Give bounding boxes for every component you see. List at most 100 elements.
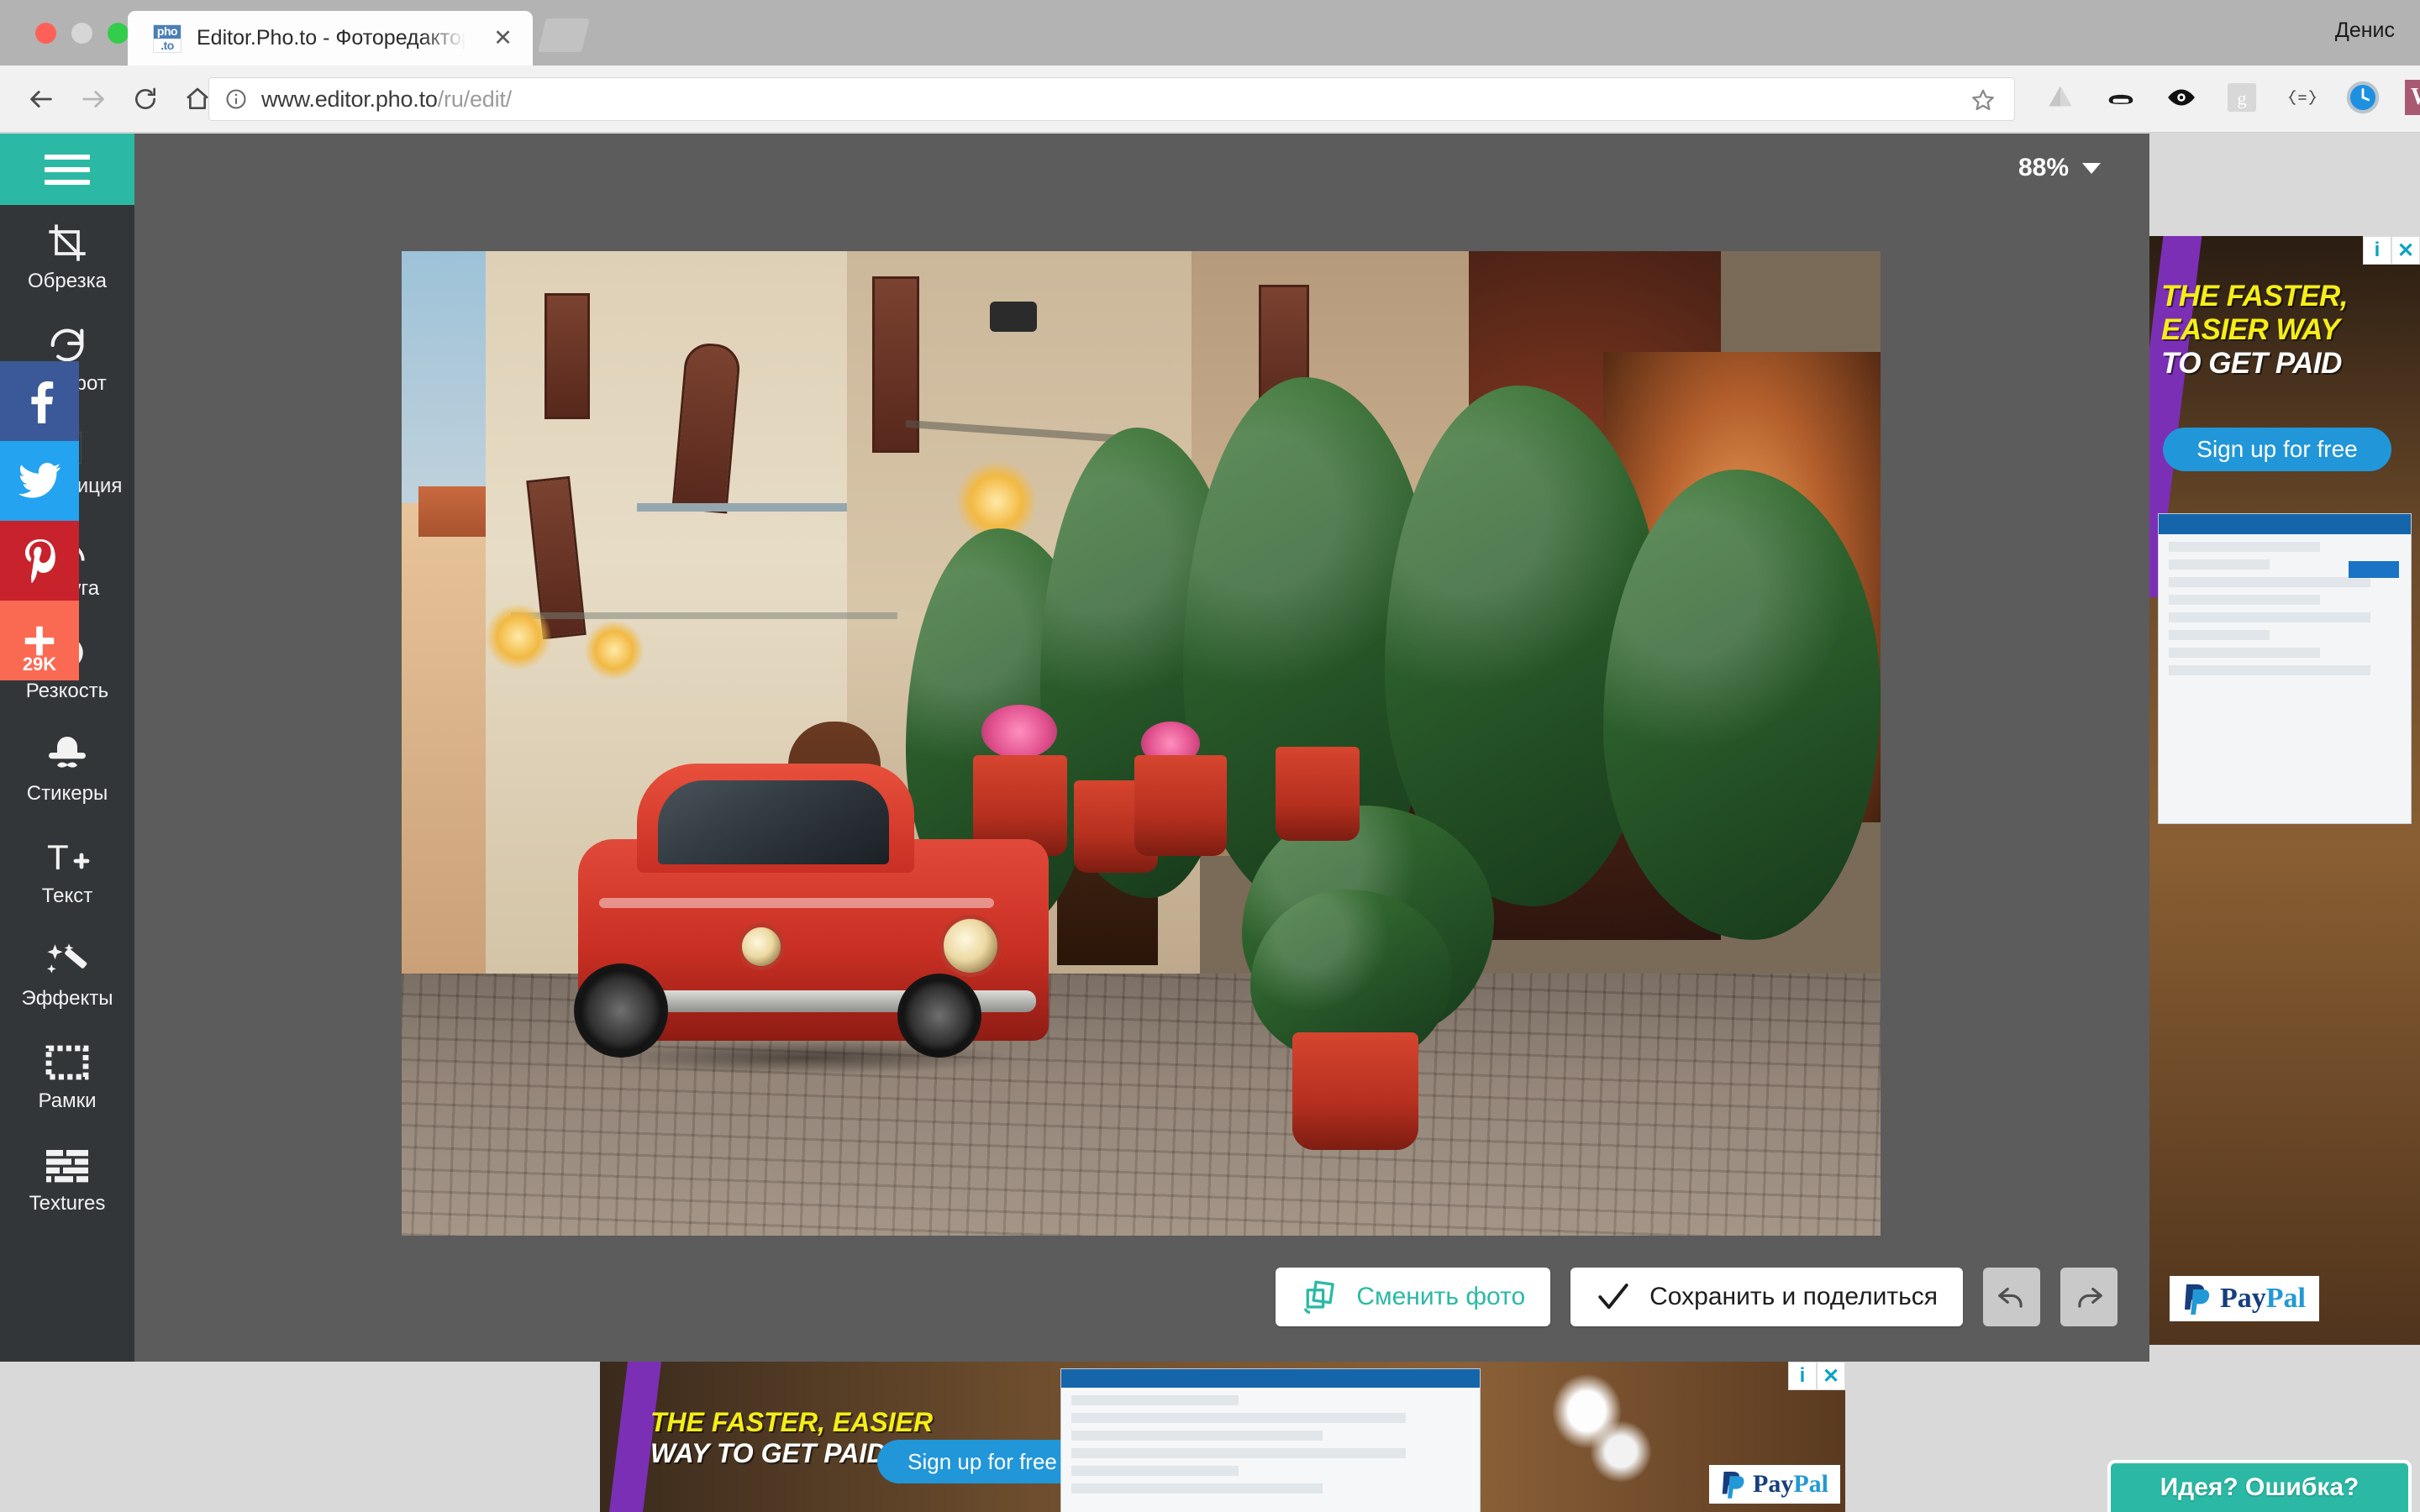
save-and-share-label: Сохранить и поделиться — [1649, 1283, 1938, 1310]
close-tab-button[interactable]: ✕ — [492, 27, 514, 50]
ad-screenshot-row — [2169, 559, 2270, 570]
ad-info-icon[interactable]: i — [2363, 236, 2391, 265]
photo-car-trim — [599, 898, 994, 908]
reload-icon[interactable] — [119, 77, 171, 121]
change-photo-label: Сменить фото — [1356, 1283, 1526, 1310]
photo-cornice — [637, 503, 847, 512]
paypal-pal: Pal — [1793, 1470, 1828, 1498]
frame-icon — [45, 1039, 90, 1086]
extension-icons: g W — [2042, 79, 2420, 116]
zoom-control[interactable]: 88% — [2018, 154, 2101, 182]
social-share-rail: 29K — [0, 361, 79, 680]
google-icon[interactable]: g — [2223, 79, 2260, 116]
ad-badges: i ✕ — [2363, 236, 2420, 265]
ad-earbuds-image — [1543, 1373, 1669, 1499]
twitter-share-button[interactable] — [0, 441, 79, 521]
address-bar-url: www.editor.pho.to/ru/edit/ — [261, 87, 512, 113]
brick-texture-icon — [45, 1142, 90, 1189]
ad-close-icon[interactable]: ✕ — [2391, 236, 2420, 265]
svg-text:T: T — [47, 837, 69, 877]
ad-screenshot-row — [1071, 1466, 1239, 1476]
text-icon: T — [44, 834, 91, 881]
drive-icon[interactable] — [2042, 79, 2079, 116]
right-advertisement: i ✕ THE FASTER, EASIER WAY TO GET PAID S… — [2149, 134, 2420, 1362]
ad-screenshot-row — [2169, 577, 2370, 587]
wikipedia-w-icon[interactable]: W — [2405, 80, 2420, 115]
ad-close-icon[interactable]: ✕ — [1817, 1362, 1845, 1390]
photo-flowers — [981, 705, 1057, 759]
address-bar[interactable]: www.editor.pho.to/ru/edit/ — [208, 77, 2015, 121]
ad-screenshot-navbar — [2159, 514, 2411, 534]
photo-cornice — [511, 612, 897, 619]
forward-arrow-icon[interactable] — [67, 77, 119, 121]
back-arrow-icon[interactable] — [15, 77, 67, 121]
maximize-window-button[interactable] — [108, 23, 129, 44]
photo-car-headlight — [738, 923, 785, 970]
sidebar-label-effects: Эффекты — [21, 987, 113, 1010]
browser-tab[interactable]: pho .to Editor.Pho.to - Фоторедактор ✕ — [128, 11, 533, 66]
photo-canvas[interactable] — [402, 251, 1881, 1236]
right-ad-line3: TO GET PAID — [2161, 347, 2342, 380]
favicon-bottom-text: .to — [160, 38, 174, 52]
bottom-ad-cta-button[interactable]: Sign up for free — [877, 1440, 1087, 1483]
bottom-advertisement[interactable]: THE FASTER, EASIER WAY TO GET PAID Sign … — [600, 1362, 1845, 1512]
paypal-pay: Pay — [2220, 1283, 2266, 1314]
photo-editor-app: Обрезка Поворот Экспозиция Радуга Резкос — [0, 134, 2420, 1512]
save-and-share-button[interactable]: Сохранить и поделиться — [1570, 1268, 1963, 1326]
browser-profile-name[interactable]: Денис — [2335, 18, 2395, 43]
chevron-down-icon[interactable] — [2082, 162, 2101, 174]
crop-icon — [45, 219, 89, 266]
right-ad-cta-button[interactable]: Sign up for free — [2163, 428, 2391, 471]
navigation-buttons — [15, 77, 224, 121]
bottom-ad-line1: THE FASTER, EASIER — [650, 1407, 934, 1437]
right-ad-creative[interactable]: i ✕ THE FASTER, EASIER WAY TO GET PAID S… — [2149, 236, 2420, 1345]
ad-screenshot-button — [2349, 561, 2399, 578]
svg-text:g: g — [2237, 88, 2246, 109]
photo-flower-pot — [1134, 755, 1227, 856]
site-info-icon[interactable] — [224, 87, 248, 111]
site-favicon: pho .to — [153, 24, 182, 53]
right-ad-line1: THE FASTER, — [2161, 280, 2349, 312]
photo-street-lamp — [585, 621, 644, 680]
photo-flower-pot — [1292, 1032, 1418, 1150]
ad-info-icon[interactable]: i — [1788, 1362, 1817, 1390]
change-photo-button[interactable]: Сменить фото — [1276, 1268, 1551, 1326]
pinterest-share-button[interactable] — [0, 521, 79, 601]
ad-screenshot-row — [1071, 1483, 1323, 1494]
new-tab-button[interactable] — [538, 18, 590, 52]
photo-lamp-housing — [990, 302, 1037, 332]
ad-screenshot-row — [1071, 1413, 1407, 1423]
paypal-wordmark: PayPal — [2220, 1283, 2306, 1315]
check-icon — [1596, 1279, 1631, 1315]
feedback-button[interactable]: Идея? Ошибка? — [2107, 1460, 2412, 1512]
right-ad-paypal-logo: PayPal — [2170, 1276, 2319, 1321]
sidebar-item-frames[interactable]: Рамки — [0, 1025, 134, 1127]
eye-icon[interactable] — [2163, 79, 2200, 116]
car-icon[interactable] — [2102, 79, 2139, 116]
redo-button[interactable] — [2060, 1268, 2118, 1326]
tab-title: Editor.Pho.to - Фоторедактор — [197, 26, 466, 50]
facebook-share-button[interactable] — [0, 361, 79, 441]
sidebar-item-effects[interactable]: Эффекты — [0, 922, 134, 1025]
right-ad-headline: THE FASTER, EASIER WAY TO GET PAID — [2161, 280, 2349, 381]
clock-icon[interactable] — [2344, 79, 2381, 116]
sidebar-item-crop[interactable]: Обрезка — [0, 205, 134, 307]
sidebar-item-textures[interactable]: Textures — [0, 1127, 134, 1230]
browser-titlebar: pho .to Editor.Pho.to - Фоторедактор ✕ Д… — [0, 0, 2420, 66]
bottom-ad-screenshot — [1060, 1368, 1481, 1512]
minimize-window-button[interactable] — [71, 23, 92, 44]
magic-wand-icon — [45, 937, 90, 984]
close-window-button[interactable] — [35, 23, 56, 44]
code-brackets-icon[interactable] — [2284, 79, 2321, 116]
photo-car-headlight — [939, 915, 1002, 977]
sidebar-item-text[interactable]: T Текст — [0, 820, 134, 922]
browser-toolbar: www.editor.pho.to/ru/edit/ g W — [0, 66, 2420, 133]
sidebar-menu-button[interactable] — [0, 134, 134, 205]
bookmark-star-icon[interactable] — [1970, 87, 1996, 113]
sidebar-item-stickers[interactable]: Стикеры — [0, 717, 134, 820]
sidebar-label-frames: Рамки — [38, 1089, 97, 1112]
undo-button[interactable] — [1983, 1268, 2040, 1326]
photo-flower-pot — [1276, 747, 1360, 841]
url-path: /ru/edit/ — [437, 86, 512, 112]
more-share-button[interactable]: 29K — [0, 601, 79, 680]
